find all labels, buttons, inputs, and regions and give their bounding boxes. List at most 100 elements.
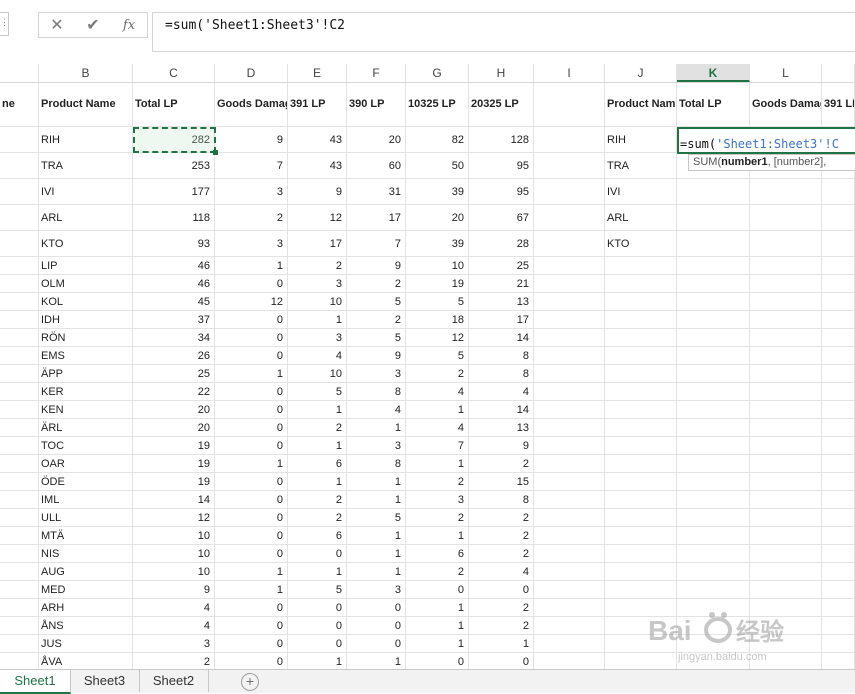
value-cell[interactable]: 1 <box>215 365 288 383</box>
cell-i[interactable] <box>534 563 605 581</box>
product-name-cell[interactable]: KER <box>39 383 133 401</box>
header-cell[interactable]: Goods Damage LP <box>215 83 288 127</box>
cell-i[interactable] <box>534 231 605 257</box>
cell[interactable] <box>750 617 822 635</box>
header-cell[interactable]: 391 LP <box>288 83 347 127</box>
value-cell[interactable]: 1 <box>347 545 406 563</box>
cell-i[interactable] <box>534 401 605 419</box>
value-cell[interactable]: 3 <box>347 581 406 599</box>
cell[interactable] <box>822 347 855 365</box>
product-name-cell[interactable]: OAR <box>39 455 133 473</box>
cell-a[interactable] <box>0 383 39 401</box>
value-cell[interactable]: 17 <box>347 205 406 231</box>
cell[interactable] <box>677 473 750 491</box>
value-cell[interactable]: 2 <box>469 455 534 473</box>
value-cell[interactable]: 0 <box>347 635 406 653</box>
cell-i[interactable] <box>534 153 605 179</box>
cell-i[interactable] <box>534 491 605 509</box>
value-cell[interactable]: 1 <box>288 563 347 581</box>
value-cell[interactable]: 19 <box>133 455 215 473</box>
value-cell[interactable]: 10 <box>133 563 215 581</box>
enter-checkmark-icon[interactable]: ✔ <box>81 15 105 35</box>
value-cell[interactable]: 2 <box>469 527 534 545</box>
value-cell[interactable]: 1 <box>288 437 347 455</box>
cell[interactable] <box>750 365 822 383</box>
cell-a[interactable] <box>0 293 39 311</box>
value-cell[interactable]: 0 <box>215 311 288 329</box>
cell-i[interactable] <box>534 127 605 153</box>
right-product-name-cell[interactable]: IVI <box>605 179 677 205</box>
cell[interactable] <box>750 473 822 491</box>
product-name-cell[interactable]: IDH <box>39 311 133 329</box>
editing-cell-k2[interactable]: =sum('Sheet1:Sheet3'!C <box>677 127 855 154</box>
value-cell[interactable]: 0 <box>215 509 288 527</box>
cell[interactable] <box>750 329 822 347</box>
cell-a[interactable] <box>0 205 39 231</box>
value-cell[interactable]: 46 <box>133 275 215 293</box>
cell[interactable] <box>677 179 750 205</box>
cell-j[interactable] <box>605 545 677 563</box>
cell[interactable] <box>677 509 750 527</box>
value-cell[interactable]: 45 <box>133 293 215 311</box>
cell[interactable] <box>822 437 855 455</box>
value-cell[interactable]: 0 <box>215 419 288 437</box>
header-cell[interactable]: 390 LP <box>347 83 406 127</box>
cell[interactable] <box>677 581 750 599</box>
cell[interactable] <box>750 179 822 205</box>
tab-sheet1[interactable]: Sheet1 <box>0 670 71 694</box>
cell-j[interactable] <box>605 635 677 653</box>
cell-i[interactable] <box>534 347 605 365</box>
cell[interactable] <box>677 617 750 635</box>
value-cell[interactable]: 3 <box>347 365 406 383</box>
cell-i1[interactable] <box>534 83 605 127</box>
value-cell[interactable]: 3 <box>288 275 347 293</box>
value-cell[interactable]: 1 <box>215 581 288 599</box>
cell[interactable] <box>750 231 822 257</box>
right-product-name-cell[interactable]: TRA <box>605 153 677 179</box>
product-name-cell[interactable]: RÖN <box>39 329 133 347</box>
header-cell[interactable]: Total LP <box>133 83 215 127</box>
value-cell[interactable]: 10 <box>133 527 215 545</box>
product-name-cell[interactable]: LIP <box>39 257 133 275</box>
value-cell[interactable]: 5 <box>406 347 469 365</box>
value-cell[interactable]: 60 <box>347 153 406 179</box>
value-cell[interactable]: 0 <box>215 383 288 401</box>
cell[interactable] <box>677 563 750 581</box>
cell-j[interactable] <box>605 437 677 455</box>
cell[interactable] <box>677 437 750 455</box>
product-name-cell[interactable]: IML <box>39 491 133 509</box>
value-cell[interactable]: 43 <box>288 153 347 179</box>
cell[interactable] <box>677 347 750 365</box>
value-cell[interactable]: 4 <box>406 419 469 437</box>
value-cell[interactable]: 9 <box>347 347 406 365</box>
cell-a[interactable] <box>0 401 39 419</box>
cell[interactable] <box>750 419 822 437</box>
value-cell[interactable]: 0 <box>215 545 288 563</box>
value-cell[interactable]: 2 <box>288 257 347 275</box>
value-cell[interactable]: 93 <box>133 231 215 257</box>
cell-j[interactable] <box>605 275 677 293</box>
cell-a[interactable] <box>0 581 39 599</box>
value-cell[interactable]: 2 <box>215 205 288 231</box>
value-cell[interactable]: 6 <box>406 545 469 563</box>
value-cell[interactable]: 67 <box>469 205 534 231</box>
column-header-k[interactable]: K <box>677 64 750 82</box>
right-header-cell[interactable]: Product Name <box>605 83 677 127</box>
value-cell[interactable]: 2 <box>406 365 469 383</box>
product-name-cell[interactable]: NIS <box>39 545 133 563</box>
cell[interactable] <box>677 257 750 275</box>
value-cell[interactable]: 4 <box>406 383 469 401</box>
value-cell[interactable]: 0 <box>215 437 288 455</box>
value-cell[interactable]: 9 <box>288 179 347 205</box>
product-name-cell[interactable]: ARL <box>39 205 133 231</box>
cell[interactable] <box>822 383 855 401</box>
cell[interactable] <box>822 311 855 329</box>
product-name-cell[interactable]: ÅNS <box>39 617 133 635</box>
cell[interactable] <box>677 491 750 509</box>
value-cell[interactable]: 10 <box>288 293 347 311</box>
cell-i[interactable] <box>534 617 605 635</box>
cell-a[interactable] <box>0 617 39 635</box>
product-name-cell[interactable]: ÖDE <box>39 473 133 491</box>
cell-j[interactable] <box>605 581 677 599</box>
value-cell[interactable]: 3 <box>288 329 347 347</box>
